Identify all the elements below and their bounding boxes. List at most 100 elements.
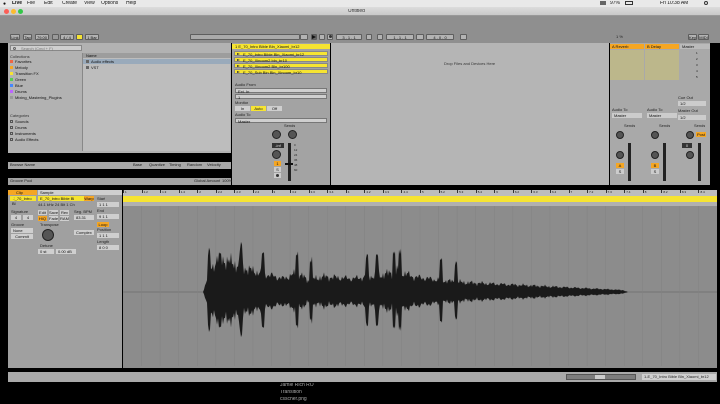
- menu-options[interactable]: Options: [101, 1, 118, 6]
- battery-indicator[interactable]: 97%: [610, 1, 620, 6]
- position-display[interactable]: 3 . 1 . 1: [336, 34, 362, 40]
- clip-slot-1[interactable]: E_70_Intro Bible Bln_Xiaomi_br12: [234, 51, 328, 57]
- return-b-activator-button[interactable]: B: [651, 163, 659, 168]
- post-button[interactable]: Post: [696, 132, 706, 137]
- collection-mixing-mastering[interactable]: Mixing_Mastering_Plugins: [10, 95, 80, 100]
- fade-button[interactable]: Fade: [49, 216, 58, 221]
- warp-mode-select[interactable]: Complex: [74, 230, 94, 235]
- menu-help[interactable]: Help: [126, 1, 136, 6]
- collection-green[interactable]: Green: [10, 77, 80, 82]
- spotlight-icon[interactable]: [704, 1, 708, 5]
- key-map-button[interactable]: Key: [688, 34, 697, 40]
- track-volume-fader[interactable]: [285, 163, 293, 165]
- browser-search-input[interactable]: Search (Cmd + F): [10, 45, 82, 51]
- sample-name-field[interactable]: E_70_Intro Bible Bl: [38, 196, 90, 201]
- sample-editor[interactable]: 1 1.2 1.3 1.4 2 2.2 2.3 2.4 3 3.2 3.3 3.4 4 4.2 4.3 4.4…: [123, 190, 717, 368]
- solo-button[interactable]: S: [274, 167, 281, 172]
- loop-button[interactable]: Loop: [97, 222, 109, 227]
- clip-slot-2[interactable]: E_70_Xinoom2 bln_br10: [234, 57, 328, 63]
- return-a-send-knob[interactable]: [616, 131, 624, 139]
- automation-arm-button[interactable]: [377, 34, 383, 40]
- close-window-button[interactable]: [4, 9, 9, 14]
- clip-slot-4[interactable]: E_70_Sub Bin Bln_Xinoom_br10: [234, 69, 328, 75]
- draw-mode-button[interactable]: [460, 34, 467, 40]
- clip-play-icon[interactable]: [237, 53, 240, 55]
- finder-item[interactable]: Jamie Rich RO: [280, 383, 314, 388]
- clip-box-header[interactable]: Clip: [8, 190, 37, 195]
- tempo-field[interactable]: 79.00: [35, 34, 49, 40]
- send-b-knob[interactable]: [288, 130, 297, 139]
- menu-file[interactable]: File: [27, 1, 35, 6]
- wifi-icon[interactable]: [600, 1, 606, 5]
- ram-button[interactable]: RAM: [60, 216, 69, 221]
- monitor-auto-button[interactable]: Auto: [251, 106, 266, 111]
- edit-sample-button[interactable]: Edit: [38, 210, 47, 215]
- overview-strip[interactable]: [190, 34, 300, 40]
- return-a-pan-knob[interactable]: [616, 151, 624, 159]
- quantize-menu[interactable]: 1 Bar: [85, 34, 99, 40]
- midi-map-button[interactable]: MIDI: [698, 34, 709, 40]
- finder-item[interactable]: csscher.png: [280, 397, 307, 402]
- clip-play-icon[interactable]: [237, 71, 240, 73]
- loop-length-field[interactable]: 4 . 0 . 0: [426, 34, 454, 40]
- stop-button[interactable]: [319, 34, 325, 40]
- global-amount-value[interactable]: 100%: [222, 179, 232, 183]
- finder-item[interactable]: Transition: [280, 390, 302, 395]
- master-volume-value[interactable]: 0: [682, 143, 692, 148]
- return-b-title[interactable]: B Delay: [645, 44, 679, 49]
- cue-out-select[interactable]: 1/2: [678, 101, 706, 106]
- track-activator-button[interactable]: 1: [274, 161, 281, 166]
- loop-start-field[interactable]: 1 . 1 . 1: [386, 34, 414, 40]
- collection-favorites[interactable]: Favorites: [10, 59, 80, 64]
- return-b-solo-button[interactable]: S: [651, 169, 659, 174]
- clip-play-icon[interactable]: [237, 59, 240, 61]
- clip-color-icon[interactable]: [11, 197, 14, 200]
- category-sounds[interactable]: Sounds: [10, 119, 80, 124]
- track-title[interactable]: 1 E_70_Intro Bible Bln_Xiaomi_br12: [232, 44, 330, 49]
- collection-melody[interactable]: Melody: [10, 65, 80, 70]
- master-out-select[interactable]: 1/2: [678, 115, 706, 120]
- position-field[interactable]: 1 1 1: [97, 233, 119, 238]
- clip-slot-3[interactable]: E_70_Xinoom2 Bln_br100: [234, 63, 328, 69]
- signature-numerator[interactable]: 4: [11, 215, 21, 220]
- groove-col-timing[interactable]: Timing: [169, 163, 181, 167]
- menu-app-live[interactable]: Live: [12, 1, 22, 6]
- return-b-audio-to-select[interactable]: Master: [647, 113, 677, 118]
- collection-transition-fx[interactable]: Transition FX: [10, 71, 80, 76]
- overdub-button[interactable]: [366, 34, 372, 40]
- master-title[interactable]: Master: [680, 44, 710, 49]
- return-a-title[interactable]: A Reverb: [610, 44, 644, 49]
- transpose-knob[interactable]: [42, 229, 54, 241]
- gain-value[interactable]: 0.00 dB: [56, 249, 76, 254]
- scene-number[interactable]: 5: [696, 74, 698, 80]
- file-item-audio-effects[interactable]: Audio effects: [83, 59, 231, 64]
- pan-knob[interactable]: [272, 150, 281, 159]
- save-sample-button[interactable]: Save: [49, 210, 58, 215]
- end-field[interactable]: 9 1 1: [97, 214, 119, 219]
- return-b-pan-knob[interactable]: [651, 151, 659, 159]
- monitor-in-button[interactable]: In: [235, 106, 250, 111]
- return-a-audio-to-select[interactable]: Master: [612, 113, 642, 118]
- sample-box-header[interactable]: Sample: [38, 190, 122, 195]
- nudge-down-button[interactable]: [52, 34, 59, 40]
- menu-view[interactable]: View: [84, 1, 95, 6]
- waveform[interactable]: [123, 206, 717, 366]
- return-a-activator-button[interactable]: A: [616, 163, 624, 168]
- return-b-send-knob[interactable]: [651, 131, 659, 139]
- tap-button[interactable]: Tap: [23, 34, 32, 40]
- category-audio-effects[interactable]: Audio Effects: [10, 137, 80, 142]
- signature-field[interactable]: 4 / 4: [60, 34, 74, 40]
- return-a-solo-button[interactable]: S: [616, 169, 624, 174]
- audio-from-channel-select[interactable]: 1: [235, 94, 327, 100]
- warp-button[interactable]: Warp: [84, 196, 94, 201]
- signature-denominator[interactable]: 4: [23, 215, 33, 220]
- file-item-vst[interactable]: VST: [83, 65, 231, 70]
- length-field[interactable]: 8 0 0: [97, 245, 119, 250]
- reverse-sample-button[interactable]: Rev: [60, 210, 69, 215]
- arrangement-position-arrow[interactable]: [300, 34, 308, 40]
- menu-clock[interactable]: Fri 10:38 AM: [660, 1, 688, 6]
- category-instruments[interactable]: Instruments: [10, 131, 80, 136]
- menu-edit[interactable]: Edit: [44, 1, 53, 6]
- zoom-thumb[interactable]: [595, 375, 605, 379]
- drop-zone[interactable]: Drop Files and Devices Here: [331, 43, 609, 185]
